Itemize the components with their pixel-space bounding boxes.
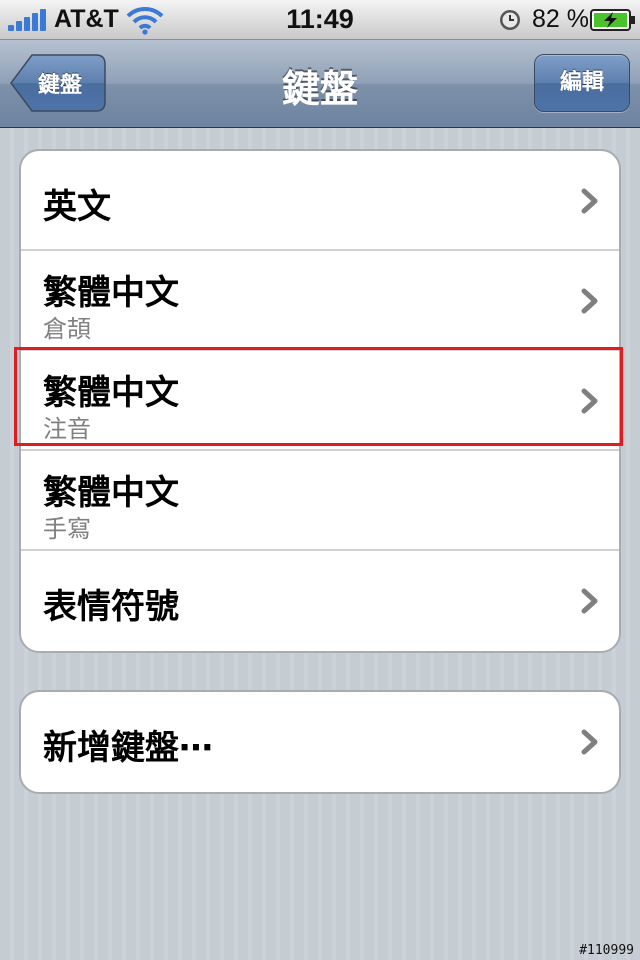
add-keyboard-row[interactable]: 新增鍵盤⋯ <box>21 692 619 792</box>
chevron-right-icon <box>581 588 598 614</box>
battery-charging-icon <box>590 9 635 31</box>
chevron-right-icon <box>581 729 598 755</box>
status-bar: AT&T 11:49 82 % <box>0 0 640 40</box>
chevron-right-icon <box>581 288 598 314</box>
keyboard-title: 繁體中文 <box>43 273 179 313</box>
add-keyboard-label: 新增鍵盤⋯ <box>43 728 213 768</box>
keyboard-row-english[interactable]: 英文 <box>21 151 619 251</box>
battery-percent: 82 % <box>532 5 589 33</box>
add-keyboard-group: 新增鍵盤⋯ <box>19 690 621 794</box>
keyboard-title: 繁體中文 <box>43 473 179 513</box>
keyboard-title: 表情符號 <box>43 587 179 627</box>
keyboard-row-handwriting[interactable]: 繁體中文 手寫 <box>21 451 619 551</box>
alarm-clock-icon <box>500 10 520 30</box>
highlight-box <box>14 347 623 446</box>
keyboard-subtitle: 手寫 <box>43 515 91 543</box>
keyboard-title: 英文 <box>43 187 111 227</box>
keyboard-row-emoji[interactable]: 表情符號 <box>21 551 619 651</box>
edit-button[interactable]: 編輯 <box>534 54 630 112</box>
chevron-right-icon <box>581 188 598 214</box>
navigation-bar: 鍵盤 鍵盤 編輯 <box>0 40 640 128</box>
keyboard-row-cangjie[interactable]: 繁體中文 倉頡 <box>21 251 619 351</box>
keyboard-subtitle: 倉頡 <box>43 315 91 343</box>
watermark: #110999 <box>579 943 634 958</box>
